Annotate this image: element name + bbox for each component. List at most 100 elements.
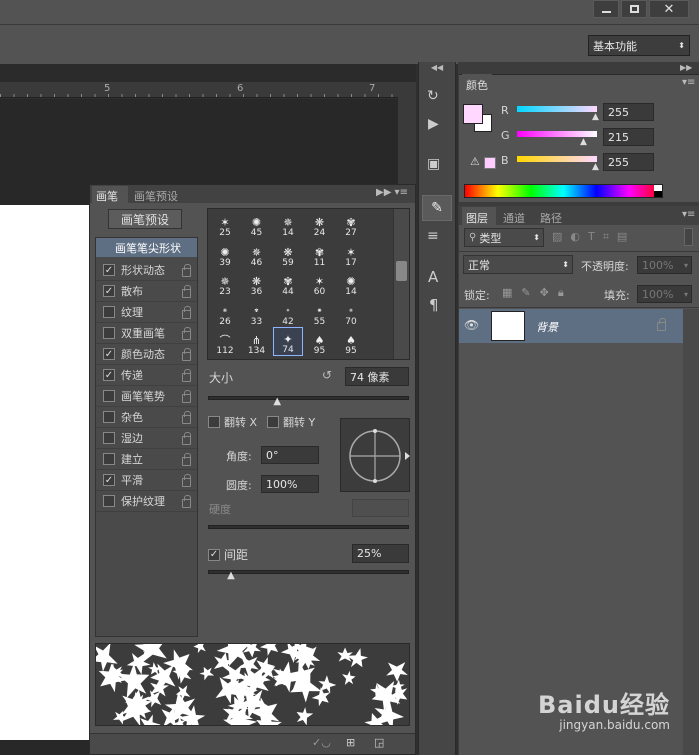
- brush-tip-cell[interactable]: ✺ 39: [210, 239, 240, 268]
- web-safe-swatch[interactable]: [484, 157, 496, 169]
- brush-tip-cell[interactable]: ♠ 95: [305, 327, 335, 356]
- brush-tip-cell[interactable]: ⋔ 134: [242, 327, 272, 356]
- lock-icon[interactable]: [182, 452, 191, 466]
- brush-panel-icon[interactable]: ✎: [422, 195, 452, 221]
- brush-option-checkbox[interactable]: ✓: [103, 285, 115, 297]
- brush-option-item[interactable]: ✓ 颜色动态: [96, 344, 197, 365]
- close-button[interactable]: ✕: [649, 0, 689, 18]
- filter-toggle[interactable]: [684, 228, 693, 246]
- brush-tip-cell[interactable]: ❋ 26: [210, 298, 240, 327]
- brush-option-item[interactable]: 湿边: [96, 428, 197, 449]
- lock-icon[interactable]: [182, 284, 191, 298]
- filter-icons[interactable]: ▨◐T⌗▤: [552, 230, 635, 244]
- brush-option-item[interactable]: ✓ 形状动态: [96, 260, 197, 281]
- lock-icon[interactable]: [182, 389, 191, 403]
- tab-layers[interactable]: 图层: [462, 207, 496, 225]
- brush-tip-cell[interactable]: ❋ 24: [305, 209, 335, 238]
- lock-icon[interactable]: [182, 431, 191, 445]
- brush-option-item[interactable]: 建立: [96, 449, 197, 470]
- brush-tip-cell[interactable]: ♠ 95: [336, 327, 366, 356]
- g-value-field[interactable]: 215: [603, 128, 654, 146]
- brush-option-checkbox[interactable]: [103, 453, 115, 465]
- character-icon[interactable]: A: [428, 268, 448, 288]
- b-slider[interactable]: [517, 156, 597, 162]
- brush-tip-cell[interactable]: ✵ 46: [242, 239, 272, 268]
- size-slider-track[interactable]: [208, 396, 409, 400]
- toggle-hard-bristle-icon[interactable]: ✓◡: [312, 736, 331, 749]
- brush-option-item[interactable]: 双重画笔: [96, 323, 197, 344]
- tip-grid-scrollbar[interactable]: [393, 209, 409, 359]
- brush-option-checkbox[interactable]: [103, 327, 115, 339]
- flip-x-checkbox[interactable]: 翻转 X: [208, 414, 257, 430]
- scroll-thumb[interactable]: [396, 261, 407, 281]
- brush-tip-cell[interactable]: ✶ 60: [305, 268, 335, 297]
- r-slider-handle[interactable]: ▲: [592, 112, 599, 122]
- spacing-field[interactable]: 25%: [352, 544, 409, 563]
- spectrum-ramp[interactable]: [464, 184, 663, 198]
- 3d-cube-icon[interactable]: ▣: [427, 156, 447, 176]
- brush-option-item[interactable]: 杂色: [96, 407, 197, 428]
- size-field[interactable]: 74 像素: [345, 367, 409, 386]
- brush-option-checkbox[interactable]: [103, 306, 115, 318]
- canvas-document[interactable]: [0, 205, 90, 740]
- brush-angle-dial[interactable]: [341, 419, 411, 493]
- layer-name[interactable]: 背景: [536, 319, 558, 335]
- history-icon[interactable]: ↻: [427, 88, 447, 108]
- g-slider-handle[interactable]: ▲: [580, 137, 587, 147]
- lock-icon[interactable]: [182, 305, 191, 319]
- color-panel-menu[interactable]: ▾≡: [682, 77, 695, 88]
- spacing-slider-track[interactable]: [208, 570, 409, 574]
- brush-tip-cell[interactable]: ✵ 23: [210, 268, 240, 297]
- brush-tip-cell[interactable]: ✶ 17: [336, 239, 366, 268]
- lock-icon[interactable]: [182, 410, 191, 424]
- brush-option-checkbox[interactable]: ✓: [103, 264, 115, 276]
- brush-tip-cell[interactable]: ❋ 36: [242, 268, 272, 297]
- b-slider-handle[interactable]: ▲: [592, 162, 599, 172]
- opacity-field[interactable]: 100% ▾: [637, 256, 692, 274]
- brush-tip-cell[interactable]: ❋ 59: [273, 239, 303, 268]
- lock-icon[interactable]: [182, 368, 191, 382]
- brush-presets-button[interactable]: 画笔预设: [108, 209, 182, 229]
- dock-collapse-button[interactable]: ◀◀: [420, 63, 454, 73]
- brush-tip-cell[interactable]: ✾ 11: [305, 239, 335, 268]
- layers-panel-menu[interactable]: ▾≡: [682, 209, 695, 220]
- brush-option-checkbox[interactable]: ✓: [103, 369, 115, 381]
- lock-icon[interactable]: [182, 326, 191, 340]
- brush-option-item[interactable]: ✓ 散布: [96, 281, 197, 302]
- foreground-swatch[interactable]: [463, 104, 483, 124]
- brush-option-checkbox[interactable]: ✓: [103, 474, 115, 486]
- r-slider[interactable]: [517, 106, 597, 112]
- angle-field[interactable]: 0°: [261, 446, 319, 464]
- right-dock-collapse[interactable]: ▶▶: [680, 63, 696, 73]
- brush-option-item[interactable]: ✓ 传递: [96, 365, 197, 386]
- eye-icon[interactable]: 👁︎: [464, 318, 479, 332]
- brush-option-checkbox[interactable]: ✓: [103, 348, 115, 360]
- lock-icon[interactable]: [182, 494, 191, 508]
- restore-button[interactable]: [621, 0, 647, 18]
- play-action-icon[interactable]: ▶: [428, 116, 448, 136]
- tab-brush[interactable]: 画笔: [92, 186, 128, 203]
- brush-tip-cell[interactable]: ✶ 25: [210, 209, 240, 238]
- roundness-field[interactable]: 100%: [261, 475, 319, 493]
- r-value-field[interactable]: 255: [603, 103, 654, 121]
- minimize-button[interactable]: [593, 0, 619, 18]
- tab-channels[interactable]: 通道: [499, 207, 533, 225]
- brush-option-item[interactable]: 画笔笔势: [96, 386, 197, 407]
- brush-option-item[interactable]: ✓ 平滑: [96, 470, 197, 491]
- brush-option-checkbox[interactable]: [103, 495, 115, 507]
- brush-tip-cell[interactable]: ✵ 14: [273, 209, 303, 238]
- layers-scrollbar[interactable]: [683, 309, 699, 755]
- brush-tip-cell[interactable]: ✺ 45: [242, 209, 272, 238]
- tab-color[interactable]: 颜色: [462, 74, 492, 92]
- lock-icon[interactable]: [182, 263, 191, 277]
- brush-tip-cell[interactable]: ✦ 74: [273, 327, 303, 356]
- brush-option-checkbox[interactable]: [103, 432, 115, 444]
- blend-mode-select[interactable]: 正常 ⬍: [463, 255, 573, 274]
- lock-icons[interactable]: ▦✎✥🔒︎: [502, 286, 573, 300]
- brush-presets-icon[interactable]: ≡: [427, 228, 447, 248]
- flip-y-checkbox[interactable]: 翻转 Y: [267, 414, 315, 430]
- new-preset-icon[interactable]: ◲: [374, 736, 384, 749]
- spacing-slider-handle[interactable]: ▲: [227, 570, 235, 581]
- workspace-select[interactable]: 基本功能 ⬍: [588, 35, 690, 56]
- grid-icon[interactable]: ⊞: [346, 736, 355, 749]
